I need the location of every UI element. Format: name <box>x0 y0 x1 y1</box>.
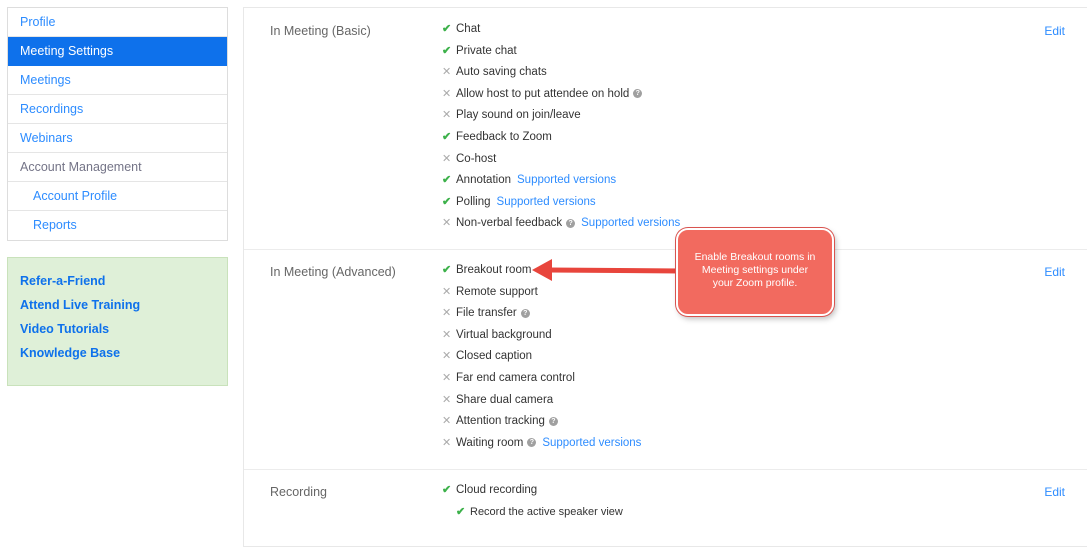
callout-text-line: your Zoom profile. <box>712 277 798 289</box>
callout-annotation: Enable Breakout rooms in Meeting settings… <box>676 228 834 316</box>
callout-arrow-shaft <box>545 267 683 274</box>
callout-text-line: Enable Breakout rooms in <box>694 251 816 263</box>
callout-text-line: Meeting settings under <box>701 264 809 276</box>
callout-arrow-head <box>532 259 552 281</box>
arrow-left-icon <box>532 259 683 281</box>
